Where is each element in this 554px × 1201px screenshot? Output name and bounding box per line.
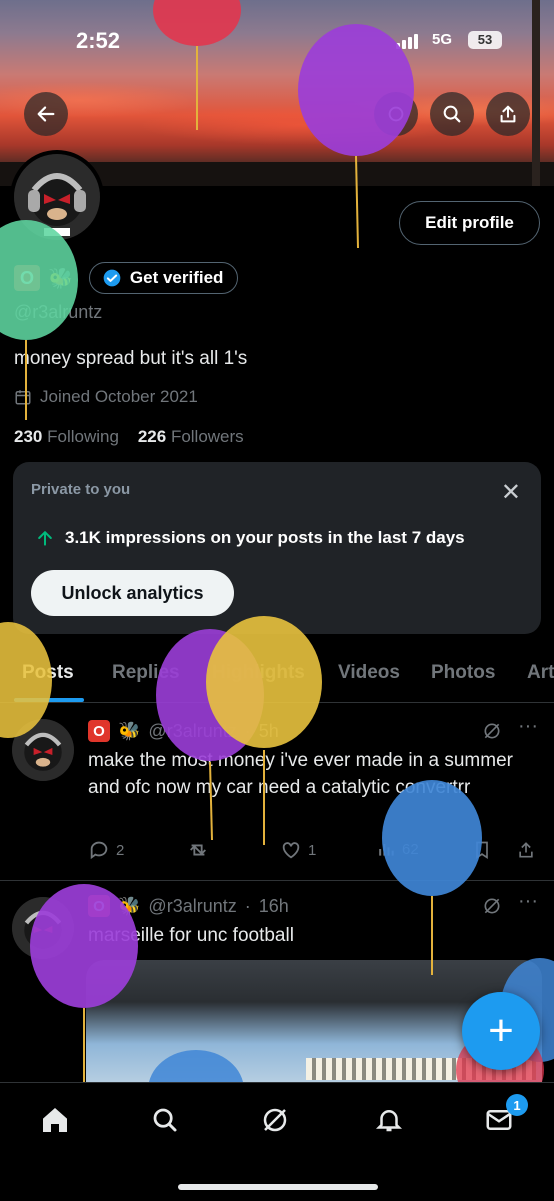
post-header: O 🐝 @r3alruntz · 5h (88, 720, 279, 742)
post-item[interactable]: O 🐝 @r3alruntz · 5h ··· make the most mone… (0, 703, 554, 881)
post-time: 16h (258, 895, 289, 916)
calendar-icon (15, 390, 31, 405)
bell-icon (375, 1110, 403, 1132)
battery-icon: 53 (468, 31, 502, 49)
explore-tab[interactable] (148, 1103, 182, 1137)
grok-button[interactable] (374, 92, 418, 136)
retweet-icon (190, 844, 206, 856)
bee-icon: 🐝 (118, 895, 141, 916)
status-time: 2:52 (76, 28, 121, 53)
share-icon (500, 105, 516, 123)
grok-icon (388, 106, 404, 122)
share-button[interactable] (486, 92, 530, 136)
post-time: 5h (258, 720, 279, 741)
following-count: 230 (14, 427, 43, 446)
like-count: 1 (308, 841, 317, 859)
signal-icon (396, 34, 418, 49)
bee-icon: 🐝 (48, 267, 73, 290)
get-verified-label: Get verified (129, 268, 224, 287)
compose-button[interactable]: + (462, 992, 540, 1070)
following-link[interactable]: 230 Following (14, 427, 119, 446)
profile-tabs: Posts Replies Highlights Videos Photos A… (0, 650, 554, 703)
share-icon (519, 842, 533, 858)
view-count: 62 (402, 840, 419, 858)
search-icon (153, 1108, 177, 1132)
tab-replies[interactable]: Replies (112, 662, 180, 684)
profile-bio: money spread but it's all 1's (14, 348, 248, 369)
more-icon[interactable]: ··· (518, 715, 538, 738)
post-handle: @r3alruntz (148, 895, 237, 916)
bee-icon: 🐝 (118, 720, 141, 741)
status-bar: 2:52 5G 53 (0, 22, 554, 58)
tab-posts[interactable]: Posts (22, 662, 74, 684)
network-label: 5G (432, 31, 453, 48)
post-text: make the most money i've ever made in a … (88, 750, 513, 798)
search-button[interactable] (430, 92, 474, 136)
avatar-image (12, 719, 74, 781)
profile-handle: @r3alruntz (14, 302, 103, 322)
retweet-button[interactable] (186, 839, 210, 861)
unlock-analytics-button[interactable]: Unlock analytics (31, 570, 234, 616)
search-icon (443, 105, 461, 123)
following-label: Following (47, 427, 119, 446)
views-button[interactable]: 62 (376, 839, 419, 859)
arrow-left-icon (37, 106, 55, 122)
arrow-up-icon (38, 531, 52, 546)
home-tab[interactable] (38, 1103, 72, 1137)
impressions-text: 3.1K impressions on your posts in the la… (65, 528, 465, 547)
more-icon[interactable]: ··· (518, 890, 538, 913)
private-card-title: Private to you (31, 481, 131, 498)
grok-icon[interactable] (482, 721, 502, 746)
followers-count: 226 (137, 427, 167, 446)
display-name-emoji: O (88, 720, 110, 742)
grok-icon[interactable] (482, 896, 502, 921)
reply-button[interactable]: 2 (88, 839, 124, 861)
post-actions: 2 1 62 (88, 839, 538, 863)
tab-articles[interactable]: Art (527, 662, 554, 684)
notification-badge: 1 (506, 1094, 528, 1116)
private-analytics-card: Private to you ✕ 3.1K impressions on you… (13, 462, 541, 634)
notifications-tab[interactable] (372, 1103, 406, 1137)
reply-count: 2 (116, 841, 125, 859)
get-verified-button[interactable]: Get verified (88, 262, 239, 294)
display-name-emoji: O (14, 265, 40, 291)
post-text: marseille for unc football (88, 925, 294, 946)
home-indicator[interactable] (178, 1184, 378, 1190)
reply-icon (90, 841, 108, 860)
bookmark-icon (476, 841, 488, 860)
followers-link[interactable]: 226 Followers (138, 427, 244, 446)
joined-label: Joined October 2021 (40, 387, 198, 406)
post-avatar[interactable] (12, 897, 74, 959)
joined-date: Joined October 2021 (14, 387, 198, 407)
display-name-emoji: O (88, 895, 110, 917)
avatar-image (12, 897, 74, 959)
post-header: O 🐝 @r3alruntz · 16h (88, 895, 289, 917)
post-avatar[interactable] (12, 719, 74, 781)
share-post-button[interactable] (516, 839, 536, 861)
display-name-row: O 🐝 Get verified (14, 262, 239, 294)
grok-icon (263, 1108, 287, 1132)
tab-highlights[interactable]: Highlights (212, 662, 305, 684)
heart-icon (282, 842, 300, 859)
tab-indicator (14, 698, 84, 702)
tab-photos[interactable]: Photos (431, 662, 495, 684)
post-handle: @r3alruntz (148, 720, 237, 741)
like-button[interactable]: 1 (280, 839, 316, 861)
impressions-row: 3.1K impressions on your posts in the la… (35, 528, 465, 548)
grok-tab[interactable] (258, 1103, 292, 1137)
home-icon (43, 1108, 67, 1132)
back-button[interactable] (24, 92, 68, 136)
profile-avatar[interactable] (10, 150, 104, 244)
edit-profile-button[interactable]: Edit profile (399, 201, 540, 245)
follow-counts: 230 Following 226 Followers (14, 427, 244, 447)
views-icon (379, 844, 394, 856)
close-icon[interactable]: ✕ (501, 478, 521, 507)
bookmark-button[interactable] (472, 839, 492, 861)
avatar-image (14, 154, 100, 240)
tab-videos[interactable]: Videos (338, 662, 400, 684)
verified-badge-icon (103, 269, 121, 287)
followers-label: Followers (170, 427, 244, 446)
